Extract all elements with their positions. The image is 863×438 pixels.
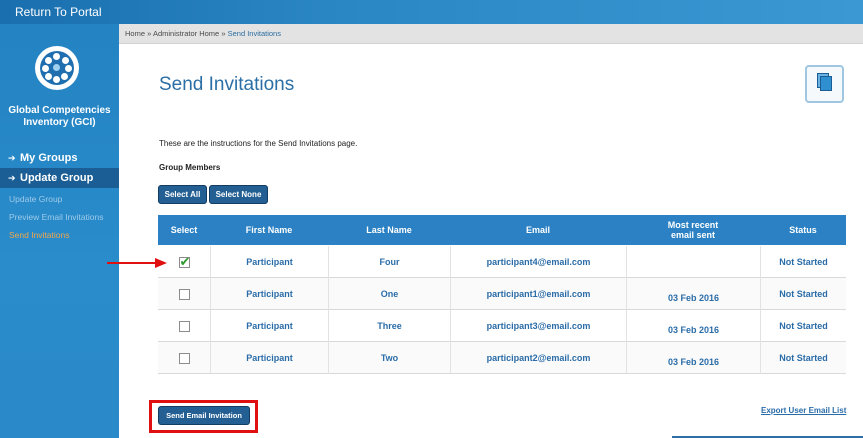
- table-row: Participant One participant1@email.com 0…: [158, 278, 846, 310]
- breadcrumb: Home » Administrator Home » Send Invitat…: [119, 24, 863, 44]
- subnav-preview-email-invitations[interactable]: Preview Email Invitations: [9, 212, 103, 222]
- arrow-right-icon: ➔: [8, 173, 16, 183]
- last-name-cell: Three: [328, 310, 450, 342]
- app-title: Global Competencies Inventory (GCI): [0, 105, 119, 129]
- breadcrumb-separator: »: [147, 29, 152, 38]
- row-checkbox[interactable]: ✔: [178, 253, 191, 269]
- nav-update-group-label: Update Group: [20, 172, 94, 184]
- breadcrumb-current: Send Invitations: [227, 29, 281, 38]
- last-name-cell: One: [328, 278, 450, 310]
- table-row: ✔ Participant Four participant4@email.co…: [158, 246, 846, 278]
- email-cell: participant2@email.com: [450, 342, 626, 374]
- select-cell: [158, 310, 210, 342]
- first-name-cell: Participant: [210, 278, 328, 310]
- members-table-header: Select First Name Last Name Email Most r…: [158, 215, 846, 245]
- breadcrumb-home[interactable]: Home: [125, 29, 145, 38]
- last-name-cell: Four: [328, 246, 450, 278]
- first-name-cell: Participant: [210, 310, 328, 342]
- logo-icon: [35, 46, 79, 90]
- row-checkbox[interactable]: [178, 320, 190, 332]
- col-email: Email: [525, 225, 550, 235]
- documents-icon[interactable]: [805, 65, 844, 103]
- last-sent-cell: [626, 246, 760, 278]
- status-cell: Not Started: [760, 342, 846, 374]
- row-checkbox[interactable]: [178, 288, 190, 300]
- send-email-invitation-button[interactable]: Send Email Invitation: [158, 406, 250, 425]
- select-cell: [158, 342, 210, 374]
- email-cell: participant4@email.com: [450, 246, 626, 278]
- select-none-button[interactable]: Select None: [209, 185, 268, 204]
- status-cell: Not Started: [760, 246, 846, 278]
- annotation-arrow-icon: [107, 258, 167, 268]
- email-cell: participant3@email.com: [450, 310, 626, 342]
- col-last-name: Last Name: [366, 225, 412, 235]
- nav-my-groups-label: My Groups: [20, 152, 78, 164]
- arrow-right-icon: ➔: [8, 153, 16, 163]
- subnav-update-group[interactable]: Update Group: [9, 194, 62, 204]
- table-row: Participant Three participant3@email.com…: [158, 310, 846, 342]
- sidebar: Global Competencies Inventory (GCI) ➔ My …: [0, 24, 119, 438]
- instructions-text: These are the instructions for the Send …: [159, 139, 358, 148]
- checkmark-icon: ✔: [179, 253, 191, 269]
- status-cell: Not Started: [760, 310, 846, 342]
- page-title: Send Invitations: [159, 74, 295, 95]
- export-user-email-list-link[interactable]: Export User Email List: [761, 406, 846, 415]
- col-select: Select: [170, 225, 198, 235]
- group-members-label: Group Members: [159, 163, 221, 172]
- breadcrumb-admin-home[interactable]: Administrator Home: [153, 29, 219, 38]
- page-root: Return To Portal Global Competencies Inv…: [0, 0, 863, 438]
- table-row: Participant Two participant2@email.com 0…: [158, 342, 846, 374]
- last-sent-cell: 03 Feb 2016: [626, 310, 760, 342]
- first-name-cell: Participant: [210, 342, 328, 374]
- last-sent-cell: 03 Feb 2016: [626, 342, 760, 374]
- select-cell: [158, 278, 210, 310]
- row-checkbox[interactable]: [178, 352, 190, 364]
- status-cell: Not Started: [760, 278, 846, 310]
- col-most-recent-email-sent: Most recent email sent: [667, 220, 719, 240]
- select-all-button[interactable]: Select All: [158, 185, 207, 204]
- breadcrumb-separator: »: [221, 29, 226, 38]
- col-first-name: First Name: [245, 225, 293, 235]
- nav-my-groups[interactable]: ➔ My Groups: [0, 148, 119, 168]
- last-name-cell: Two: [328, 342, 450, 374]
- col-status: Status: [789, 225, 817, 235]
- top-bar: Return To Portal: [0, 0, 863, 24]
- return-to-portal-link[interactable]: Return To Portal: [15, 5, 102, 19]
- app-title-line2: Inventory (GCI): [23, 117, 96, 128]
- subnav-send-invitations[interactable]: Send Invitations: [9, 230, 69, 240]
- last-sent-cell: 03 Feb 2016: [626, 278, 760, 310]
- email-cell: participant1@email.com: [450, 278, 626, 310]
- first-name-cell: Participant: [210, 246, 328, 278]
- nav-update-group[interactable]: ➔ Update Group: [0, 168, 119, 188]
- app-title-line1: Global Competencies: [8, 105, 111, 116]
